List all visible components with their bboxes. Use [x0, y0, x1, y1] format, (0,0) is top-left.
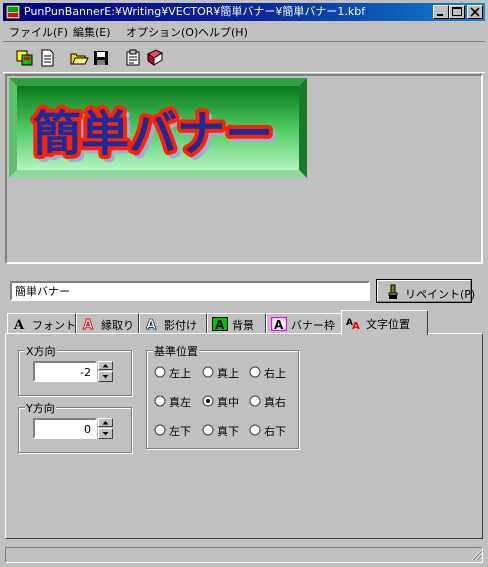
radio-unchecked-icon — [154, 395, 166, 407]
svg-text:A: A — [274, 318, 284, 331]
banner-text: 簡単バナー — [33, 106, 273, 162]
minimize-icon — [437, 14, 443, 16]
radio-bottom-center-label: 真下 — [217, 425, 239, 438]
tab-panel-text-position: X方向 -2 Y方向 0 基準位置 左上 真上 右上 真左 真中 真右 左下 真… — [5, 333, 483, 539]
y-offset-field[interactable]: 0 — [33, 418, 97, 439]
radio-unchecked-icon — [202, 424, 214, 436]
status-bar — [3, 545, 485, 563]
x-offset-group: X方向 -2 — [18, 343, 132, 396]
radio-top-center-label: 真上 — [217, 367, 239, 380]
save-disk-icon — [94, 51, 108, 65]
tab-banner-frame[interactable]: A バナー枠 — [266, 313, 342, 333]
open-button[interactable] — [69, 48, 89, 68]
paintbrush-icon — [388, 284, 398, 299]
menu-bar: ファイル(F) 編集(E) オプション(O) ヘルプ(H) — [3, 21, 485, 40]
radio-unchecked-icon — [249, 395, 261, 407]
menu-edit[interactable]: 編集(E) — [73, 24, 111, 40]
save-button[interactable] — [91, 48, 111, 68]
repaint-button[interactable]: リペイント(P) — [376, 279, 476, 303]
radio-bottom-left-label: 左下 — [169, 425, 191, 438]
arrow-down-icon — [102, 432, 109, 436]
tab-outline-label: 縁取り — [101, 319, 134, 332]
radio-unchecked-icon — [154, 366, 166, 378]
repaint-label: リペイント(P) — [405, 288, 476, 301]
menu-help[interactable]: ヘルプ(H) — [198, 24, 248, 40]
radio-middle-left-label: 真左 — [169, 396, 191, 409]
tab-background-label: 背景 — [232, 319, 254, 332]
maximize-icon — [452, 7, 462, 16]
svg-text:A: A — [146, 318, 156, 331]
maximize-button[interactable] — [449, 5, 465, 19]
y-offset-down-button[interactable] — [98, 428, 113, 439]
x-offset-value: -2 — [80, 366, 91, 379]
radio-unchecked-icon — [202, 366, 214, 378]
arrow-down-icon — [102, 375, 109, 379]
book-icon — [147, 49, 164, 66]
y-offset-value: 0 — [84, 423, 91, 436]
new-banner-button[interactable] — [15, 48, 35, 68]
tab-text-position-label: 文字位置 — [366, 318, 410, 331]
arrow-up-icon — [102, 364, 109, 368]
font-a-icon: A — [13, 318, 25, 331]
svg-text:A: A — [13, 318, 25, 331]
shadow-a-icon: A A — [146, 318, 157, 331]
x-offset-label: X方向 — [25, 343, 57, 359]
arrow-up-icon — [102, 421, 109, 425]
status-pane — [5, 547, 483, 563]
open-folder-icon — [70, 53, 89, 65]
banner-preview-area: 簡単バナー 簡単バナー 簡単バナー — [5, 74, 483, 264]
properties-button[interactable] — [123, 48, 143, 68]
radio-center-label: 真中 — [217, 396, 239, 409]
banner-preview-image: 簡単バナー 簡単バナー 簡単バナー — [9, 78, 307, 178]
tab-background[interactable]: A 背景 — [207, 313, 266, 333]
svg-text:A: A — [83, 318, 93, 331]
svg-text:A: A — [352, 321, 360, 330]
radio-checked-icon — [202, 395, 214, 407]
new-document-button[interactable] — [37, 48, 57, 68]
x-offset-down-button[interactable] — [98, 371, 113, 382]
y-offset-up-button[interactable] — [98, 418, 113, 427]
toolbar — [3, 41, 485, 73]
new-banner-icon — [16, 50, 33, 66]
background-a-icon: A — [212, 317, 228, 331]
tab-banner-frame-label: バナー枠 — [291, 319, 335, 332]
menu-options[interactable]: オプション(O) — [126, 24, 198, 40]
svg-text:A: A — [215, 318, 225, 331]
help-book-button[interactable] — [145, 48, 165, 68]
banner-text-input[interactable] — [10, 281, 370, 301]
tab-outline[interactable]: A 縁取り — [76, 313, 139, 333]
anchor-position-label: 基準位置 — [153, 343, 199, 359]
tab-font-label: フォント — [32, 319, 76, 332]
radio-top-right-label: 右上 — [264, 367, 286, 380]
radio-middle-right-label: 真右 — [264, 396, 286, 409]
properties-icon — [126, 49, 140, 66]
radio-bottom-right-label: 右下 — [264, 425, 286, 438]
tab-font[interactable]: A フォント — [7, 313, 76, 333]
menu-file[interactable]: ファイル(F) — [9, 24, 68, 40]
frame-a-icon: A — [271, 317, 287, 331]
anchor-position-group: 基準位置 左上 真上 右上 真左 真中 真右 左下 真下 右下 — [146, 343, 299, 449]
outline-a-icon: A — [83, 318, 94, 332]
radio-unchecked-icon — [249, 366, 261, 378]
tab-shadow[interactable]: A A 影付け — [139, 313, 207, 333]
x-offset-up-button[interactable] — [98, 361, 113, 370]
y-offset-group: Y方向 0 — [18, 400, 132, 453]
radio-unchecked-icon — [154, 424, 166, 436]
text-position-icon: A A — [346, 318, 360, 330]
tab-shadow-label: 影付け — [164, 319, 197, 332]
radio-top-left-label: 左上 — [169, 367, 191, 380]
minimize-button[interactable] — [433, 5, 449, 19]
title-bar[interactable]: PunPunBannerE:¥Writing¥VECTOR¥簡単バナー¥簡単バナ… — [3, 3, 485, 21]
close-icon — [470, 7, 480, 17]
y-offset-label: Y方向 — [25, 400, 56, 416]
new-document-icon — [41, 49, 54, 67]
x-offset-field[interactable]: -2 — [33, 361, 97, 382]
app-icon — [5, 4, 21, 20]
window-title: PunPunBannerE:¥Writing¥VECTOR¥簡単バナー¥簡単バナ… — [24, 5, 366, 18]
close-button[interactable] — [467, 5, 483, 19]
tab-text-position[interactable]: A A 文字位置 — [341, 310, 428, 335]
radio-unchecked-icon — [249, 424, 261, 436]
resize-grip-icon[interactable] — [471, 549, 483, 561]
